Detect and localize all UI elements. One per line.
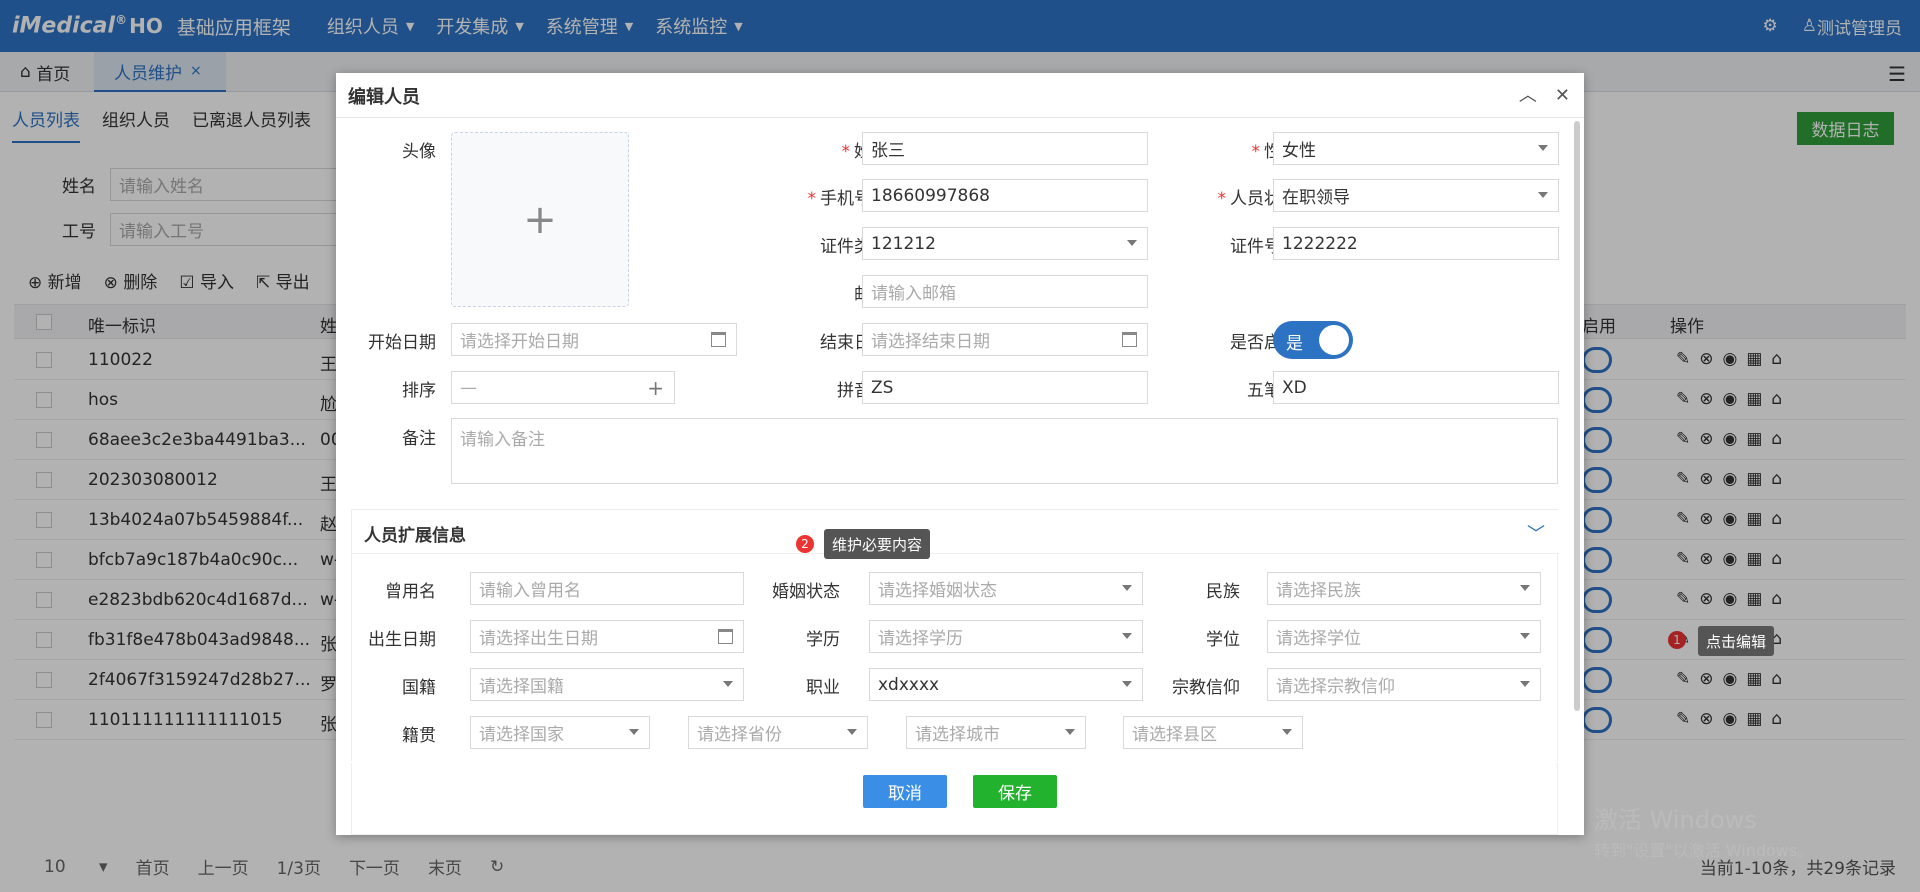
chevron-down-icon bbox=[1520, 633, 1530, 639]
education-select[interactable]: 请选择学历 bbox=[869, 620, 1143, 653]
degree-select[interactable]: 请选择学位 bbox=[1267, 620, 1541, 653]
chevron-down-icon bbox=[1122, 633, 1132, 639]
ethnic-label: 民族 bbox=[1206, 582, 1240, 602]
collapse-icon[interactable]: ︿ bbox=[1519, 85, 1537, 106]
chevron-down-icon bbox=[1538, 192, 1548, 198]
cancel-button[interactable]: 取消 bbox=[863, 775, 947, 808]
avatar-upload[interactable]: + bbox=[451, 132, 629, 307]
birth-date-picker[interactable]: 请选择出生日期 bbox=[470, 620, 744, 653]
idtype-select[interactable]: 121212 bbox=[862, 227, 1148, 260]
chevron-down-icon bbox=[1122, 681, 1132, 687]
plus-button[interactable]: + bbox=[647, 376, 664, 400]
former-name-label: 曾用名 bbox=[385, 582, 436, 602]
degree-label: 学位 bbox=[1206, 630, 1240, 650]
wubi-field[interactable]: XD bbox=[1273, 371, 1559, 404]
dialog-title: 编辑人员 bbox=[348, 87, 420, 108]
calendar-icon bbox=[1122, 332, 1137, 347]
remark-label: 备注 bbox=[402, 429, 436, 449]
marital-label: 婚姻状态 bbox=[772, 582, 840, 602]
ethnic-select[interactable]: 请选择民族 bbox=[1267, 572, 1541, 605]
dialog-scrollbar[interactable] bbox=[1574, 121, 1580, 711]
chevron-down-icon bbox=[1065, 729, 1075, 735]
chevron-down-icon bbox=[1127, 240, 1137, 246]
former-name-field[interactable]: 请输入曾用名 bbox=[470, 572, 744, 605]
origin-country-select[interactable]: 请选择国家 bbox=[470, 716, 650, 749]
religion-select[interactable]: 请选择宗教信仰 bbox=[1267, 668, 1541, 701]
order-stepper[interactable]: — + bbox=[451, 371, 675, 404]
watermark-line2: 转到"设置"以激活 Windows。 bbox=[1594, 841, 1814, 860]
gender-select[interactable]: 女性 bbox=[1273, 132, 1559, 165]
marital-select[interactable]: 请选择婚姻状态 bbox=[869, 572, 1143, 605]
hint-badge-2: 2 bbox=[796, 535, 814, 553]
origin-county-select[interactable]: 请选择县区 bbox=[1123, 716, 1303, 749]
chevron-down-icon[interactable]: ﹀ bbox=[1527, 520, 1545, 546]
remark-textarea[interactable]: 请输入备注 bbox=[451, 418, 1558, 484]
occupation-select[interactable]: xdxxxx bbox=[869, 668, 1143, 701]
minus-button[interactable]: — bbox=[460, 378, 477, 398]
name-field[interactable]: 张三 bbox=[862, 132, 1148, 165]
calendar-icon bbox=[711, 332, 726, 347]
divider bbox=[336, 761, 1584, 763]
email-field[interactable]: 请输入邮箱 bbox=[862, 275, 1148, 308]
idno-field[interactable]: 1222222 bbox=[1273, 227, 1559, 260]
avatar-label: 头像 bbox=[402, 142, 436, 162]
nationality-select[interactable]: 请选择国籍 bbox=[470, 668, 744, 701]
chevron-down-icon bbox=[723, 681, 733, 687]
start-date-label: 开始日期 bbox=[368, 333, 436, 353]
hint-tip-2: 维护必要内容 bbox=[824, 529, 931, 559]
chevron-down-icon bbox=[1282, 729, 1292, 735]
watermark-line1: 激活 Windows bbox=[1594, 806, 1757, 834]
plus-icon: + bbox=[523, 196, 557, 243]
chevron-down-icon bbox=[1520, 681, 1530, 687]
pinyin-field[interactable]: ZS bbox=[862, 371, 1148, 404]
chevron-down-icon bbox=[1122, 585, 1132, 591]
origin-city-select[interactable]: 请选择城市 bbox=[906, 716, 1086, 749]
birth-label: 出生日期 bbox=[368, 630, 436, 650]
hint-tip-1: 点击编辑 bbox=[1698, 626, 1775, 656]
enabled-toggle[interactable]: 是 bbox=[1273, 321, 1353, 359]
religion-label: 宗教信仰 bbox=[1172, 678, 1240, 698]
windows-watermark: 激活 Windows 转到"设置"以激活 Windows。 bbox=[1594, 800, 1813, 861]
chevron-down-icon bbox=[1520, 585, 1530, 591]
calendar-icon bbox=[718, 629, 733, 644]
occupation-label: 职业 bbox=[806, 678, 840, 698]
chevron-down-icon bbox=[629, 729, 639, 735]
order-label: 排序 bbox=[402, 381, 436, 401]
extended-info-title: 人员扩展信息 bbox=[364, 526, 466, 546]
start-date-picker[interactable]: 请选择开始日期 bbox=[451, 323, 737, 356]
education-label: 学历 bbox=[806, 630, 840, 650]
edit-staff-dialog: 编辑人员 ︿✕ 头像 + *姓名 张三 *性别 女性 *手机号码 1866099… bbox=[336, 73, 1584, 835]
divider bbox=[336, 117, 1584, 118]
end-date-picker[interactable]: 请选择结束日期 bbox=[862, 323, 1148, 356]
nationality-label: 国籍 bbox=[402, 678, 436, 698]
origin-province-select[interactable]: 请选择省份 bbox=[688, 716, 868, 749]
chevron-down-icon bbox=[1538, 145, 1548, 151]
save-button[interactable]: 保存 bbox=[973, 775, 1057, 808]
extended-info-header[interactable]: 人员扩展信息 ﹀ bbox=[352, 510, 1559, 554]
chevron-down-icon bbox=[847, 729, 857, 735]
status-select[interactable]: 在职领导 bbox=[1273, 179, 1559, 212]
phone-field[interactable]: 18660997868 bbox=[862, 179, 1148, 212]
origin-label: 籍贯 bbox=[402, 726, 436, 746]
close-icon[interactable]: ✕ bbox=[1555, 85, 1570, 106]
